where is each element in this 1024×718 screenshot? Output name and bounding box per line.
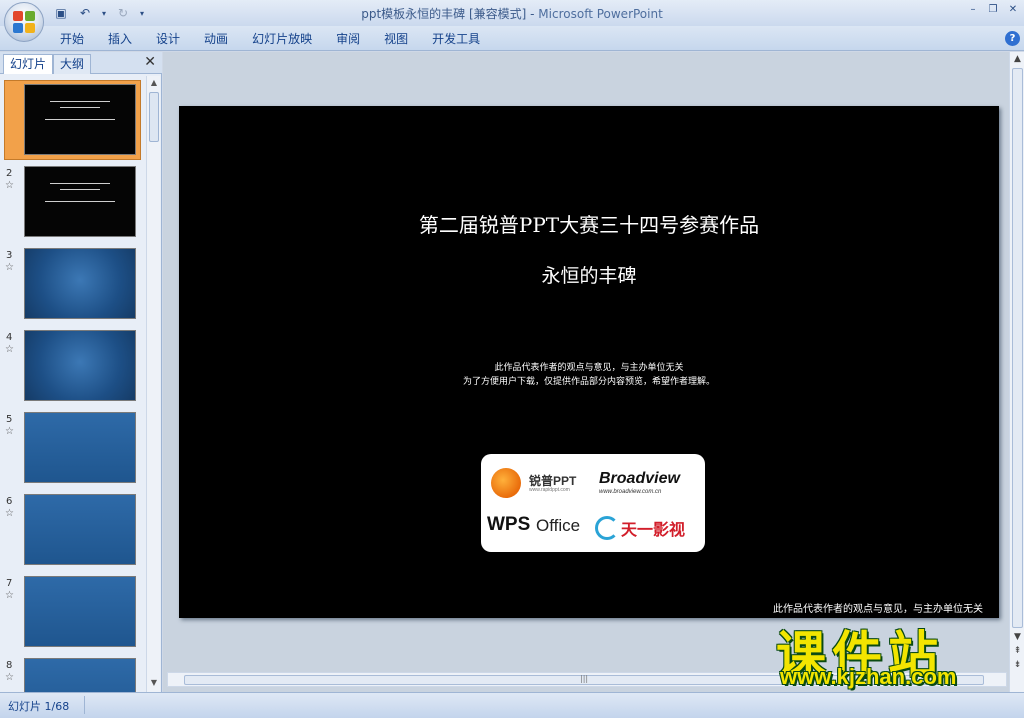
ribbon-tab[interactable]: 幻灯片放映 [240, 30, 324, 48]
slide-thumbnail-row[interactable]: 2 ☆ [0, 166, 146, 242]
tab-outline[interactable]: 大纲 [53, 54, 92, 74]
tianyi-swirl-icon [595, 516, 619, 540]
app-name: Microsoft PowerPoint [538, 7, 663, 21]
transition-icon: ☆ [5, 508, 14, 519]
transition-icon: ☆ [5, 344, 14, 355]
ruipu-logo-icon [491, 468, 521, 498]
slide-thumbnail[interactable] [24, 494, 136, 565]
ribbon-tab[interactable]: 设计 [144, 30, 192, 48]
close-icon[interactable]: ✕ [1006, 3, 1020, 17]
ribbon-tab[interactable]: 视图 [372, 30, 420, 48]
slide-number: 3 [6, 250, 13, 261]
close-pane-icon[interactable]: ✕ [144, 54, 156, 70]
office-button[interactable] [4, 2, 44, 42]
ribbon-tabs-bar: 开始 插入 设计 动画 幻灯片放映 审阅 视图 开发工具 ? [0, 26, 1024, 51]
grip-icon: ||| [580, 674, 589, 683]
restore-icon[interactable]: ❐ [986, 3, 1000, 17]
slide-title[interactable]: 第二届锐普PPT大赛三十四号参赛作品 [179, 209, 999, 238]
slide-number: 2 [6, 168, 13, 179]
scroll-up-icon[interactable]: ▲ [149, 78, 159, 88]
slide-thumbnail[interactable] [24, 658, 136, 692]
ribbon-tab[interactable]: 开发工具 [420, 30, 492, 48]
current-slide[interactable]: 第二届锐普PPT大赛三十四号参赛作品 永恒的丰碑 此作品代表作者的观点与意见，与… [179, 106, 999, 618]
slide-number: 4 [6, 332, 13, 343]
window-title: ppt模板永恒的丰碑 [兼容模式] - Microsoft PowerPoint [0, 5, 1024, 22]
slide-footer[interactable]: 此作品代表作者的观点与意见，与主办单位无关 [773, 600, 983, 615]
slide-thumbnail-row[interactable]: 5 ☆ [0, 412, 146, 488]
transition-icon: ☆ [5, 590, 14, 601]
scroll-down-icon[interactable]: ▼ [1012, 632, 1023, 642]
help-icon[interactable]: ? [1005, 31, 1020, 46]
ribbon-tab[interactable]: 开始 [48, 30, 96, 48]
broadview-logo-text: Broadview [599, 470, 680, 487]
wps-logo-text: WPS [487, 514, 531, 535]
slides-pane: 幻灯片 大纲 ✕ 2 ☆ 3 ☆ 4 ☆ 5 ☆ 6 ☆ 7 ☆ 8 ☆ ▲ ▼ [0, 52, 162, 692]
ruipu-url: www.rapidppt.com [529, 487, 570, 493]
slide-note-line2[interactable]: 为了方便用户下载，仅提供作品部分内容预览，希望作者理解。 [179, 374, 999, 387]
status-divider [84, 696, 85, 714]
slide-note-line1[interactable]: 此作品代表作者的观点与意见，与主办单位无关 [179, 360, 999, 373]
slide-editor-area: 第二届锐普PPT大赛三十四号参赛作品 永恒的丰碑 此作品代表作者的观点与意见，与… [163, 52, 1024, 692]
thumbnail-text-line [45, 201, 115, 202]
scroll-up-icon[interactable]: ▲ [1012, 54, 1023, 64]
scrollbar-thumb[interactable] [149, 92, 159, 142]
thumbnail-text-line [60, 189, 100, 190]
thumbnail-list: 2 ☆ 3 ☆ 4 ☆ 5 ☆ 6 ☆ 7 ☆ 8 ☆ [0, 76, 146, 692]
slide-thumbnail-row[interactable]: 3 ☆ [0, 248, 146, 324]
watermark-url: www.kjzhan.com [780, 664, 957, 689]
slides-pane-scrollbar[interactable]: ▲ ▼ [146, 76, 160, 692]
slide-thumbnail-row[interactable]: 8 ☆ [0, 658, 146, 692]
status-bar: 幻灯片 1/68 [0, 692, 1024, 718]
slide-thumbnail[interactable] [24, 576, 136, 647]
ribbon-tab[interactable]: 插入 [96, 30, 144, 48]
slide-subtitle[interactable]: 永恒的丰碑 [179, 261, 999, 288]
slide-thumbnail-row[interactable]: 4 ☆ [0, 330, 146, 406]
slide-indicator: 幻灯片 1/68 [8, 700, 70, 713]
broadview-url: www.broadview.com.cn [599, 489, 662, 495]
slide-thumbnail-row[interactable] [0, 80, 146, 160]
ribbon-tab[interactable]: 动画 [192, 30, 240, 48]
transition-icon: ☆ [5, 672, 14, 683]
minimize-icon[interactable]: – [966, 3, 980, 17]
tianyi-logo-text: 天一影视 [621, 520, 686, 539]
next-slide-icon[interactable]: ⇟ [1012, 660, 1023, 670]
editor-vertical-scrollbar[interactable]: ▲ ▼ ⇞ ⇟ [1009, 52, 1024, 692]
sponsor-logos[interactable]: 锐普PPT www.rapidppt.com Broadview www.bro… [481, 454, 705, 552]
slide-thumbnail[interactable] [24, 84, 136, 155]
slide-number: 7 [6, 578, 13, 589]
pane-tabs: 幻灯片 大纲 ✕ [0, 52, 162, 74]
slide-number: 6 [6, 496, 13, 507]
ribbon-tabs: 开始 插入 设计 动画 幻灯片放映 审阅 视图 开发工具 [48, 30, 492, 48]
slide-thumbnail-row[interactable]: 6 ☆ [0, 494, 146, 570]
slide-thumbnail[interactable] [24, 248, 136, 319]
thumbnail-text-line [50, 183, 110, 184]
transition-icon: ☆ [5, 426, 14, 437]
slide-thumbnail[interactable] [24, 166, 136, 237]
slide-thumbnail-row[interactable]: 7 ☆ [0, 576, 146, 652]
slide-thumbnail[interactable] [24, 330, 136, 401]
scroll-down-icon[interactable]: ▼ [149, 678, 159, 688]
thumbnail-text-line [60, 107, 100, 108]
thumbnail-text-line [45, 119, 115, 120]
thumbnail-text-line [50, 101, 110, 102]
editor-scrollbar-thumb[interactable] [1012, 68, 1023, 628]
title-separator: - [526, 7, 539, 21]
slide-number: 8 [6, 660, 13, 671]
office-logo-text: Office [536, 516, 581, 535]
title-bar: ▣ ↶ ▾ ↻ ▾ ppt模板永恒的丰碑 [兼容模式] - Microsoft … [0, 0, 1024, 26]
transition-icon: ☆ [5, 262, 14, 273]
window-controls: – ❐ ✕ [966, 3, 1020, 17]
office-logo-icon [13, 11, 35, 33]
transition-icon: ☆ [5, 180, 14, 191]
ribbon-tab[interactable]: 审阅 [324, 30, 372, 48]
slide-thumbnail[interactable] [24, 412, 136, 483]
previous-slide-icon[interactable]: ⇞ [1012, 646, 1023, 656]
document-title: ppt模板永恒的丰碑 [兼容模式] [361, 7, 527, 21]
tab-slides[interactable]: 幻灯片 [3, 54, 54, 74]
slide-number: 5 [6, 414, 13, 425]
